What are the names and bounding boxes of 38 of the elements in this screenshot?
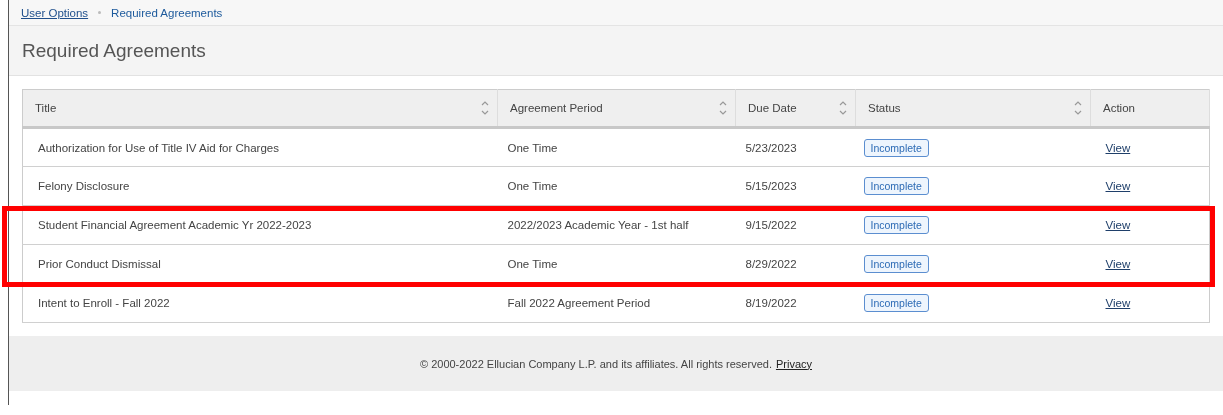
table-cell: 5/23/2023 (735, 127, 856, 167)
table-cell: Fall 2022 Agreement Period (497, 283, 736, 323)
sort-icon (719, 100, 727, 116)
table-cell: 8/19/2022 (735, 283, 856, 323)
breadcrumb-link[interactable]: User Options (21, 6, 89, 19)
column-header[interactable]: Title (22, 89, 498, 128)
view-link[interactable]: View (1105, 297, 1131, 309)
column-header[interactable]: Due Date (735, 89, 856, 128)
view-link[interactable]: View (1105, 180, 1131, 192)
sort-icon (839, 100, 847, 116)
column-header[interactable]: Action (1090, 89, 1210, 128)
table-cell: 5/15/2023 (735, 166, 856, 206)
table-cell: 8/29/2022 (735, 244, 856, 284)
view-link[interactable]: View (1105, 258, 1131, 270)
status-badge: Incomplete (863, 177, 929, 195)
status-badge: Incomplete (863, 138, 929, 157)
column-header[interactable]: Agreement Period (497, 89, 736, 128)
status-badge: Incomplete (863, 294, 929, 312)
view-link[interactable]: View (1105, 219, 1131, 231)
table-cell: Authorization for Use of Title IV Aid for Charges (22, 127, 498, 167)
status-badge: Incomplete (863, 216, 929, 234)
table-cell: 9/15/2022 (735, 205, 856, 245)
table-cell: Felony Disclosure (22, 166, 498, 206)
sort-icon (481, 100, 489, 116)
breadcrumb-separator (98, 11, 102, 14)
table-cell: One Time (497, 166, 736, 206)
view-link[interactable]: View (1105, 141, 1131, 154)
privacy-link[interactable]: Privacy (775, 357, 812, 370)
table-cell: Intent to Enroll - Fall 2022 (22, 283, 498, 323)
sort-icon (1074, 100, 1082, 116)
table-cell: One Time (497, 127, 736, 167)
column-header[interactable]: Status (855, 89, 1091, 128)
table-cell: 2022/2023 Academic Year - 1st half (497, 205, 736, 245)
page-title: Required Agreements (22, 39, 206, 62)
status-badge: Incomplete (863, 255, 929, 273)
copyright-text: © 2000-2022 Ellucian Company L.P. and its affiliates. All rights reserved. (420, 357, 772, 370)
breadcrumb-link[interactable]: Required Agreements (111, 6, 223, 19)
table-cell: One Time (497, 244, 736, 284)
